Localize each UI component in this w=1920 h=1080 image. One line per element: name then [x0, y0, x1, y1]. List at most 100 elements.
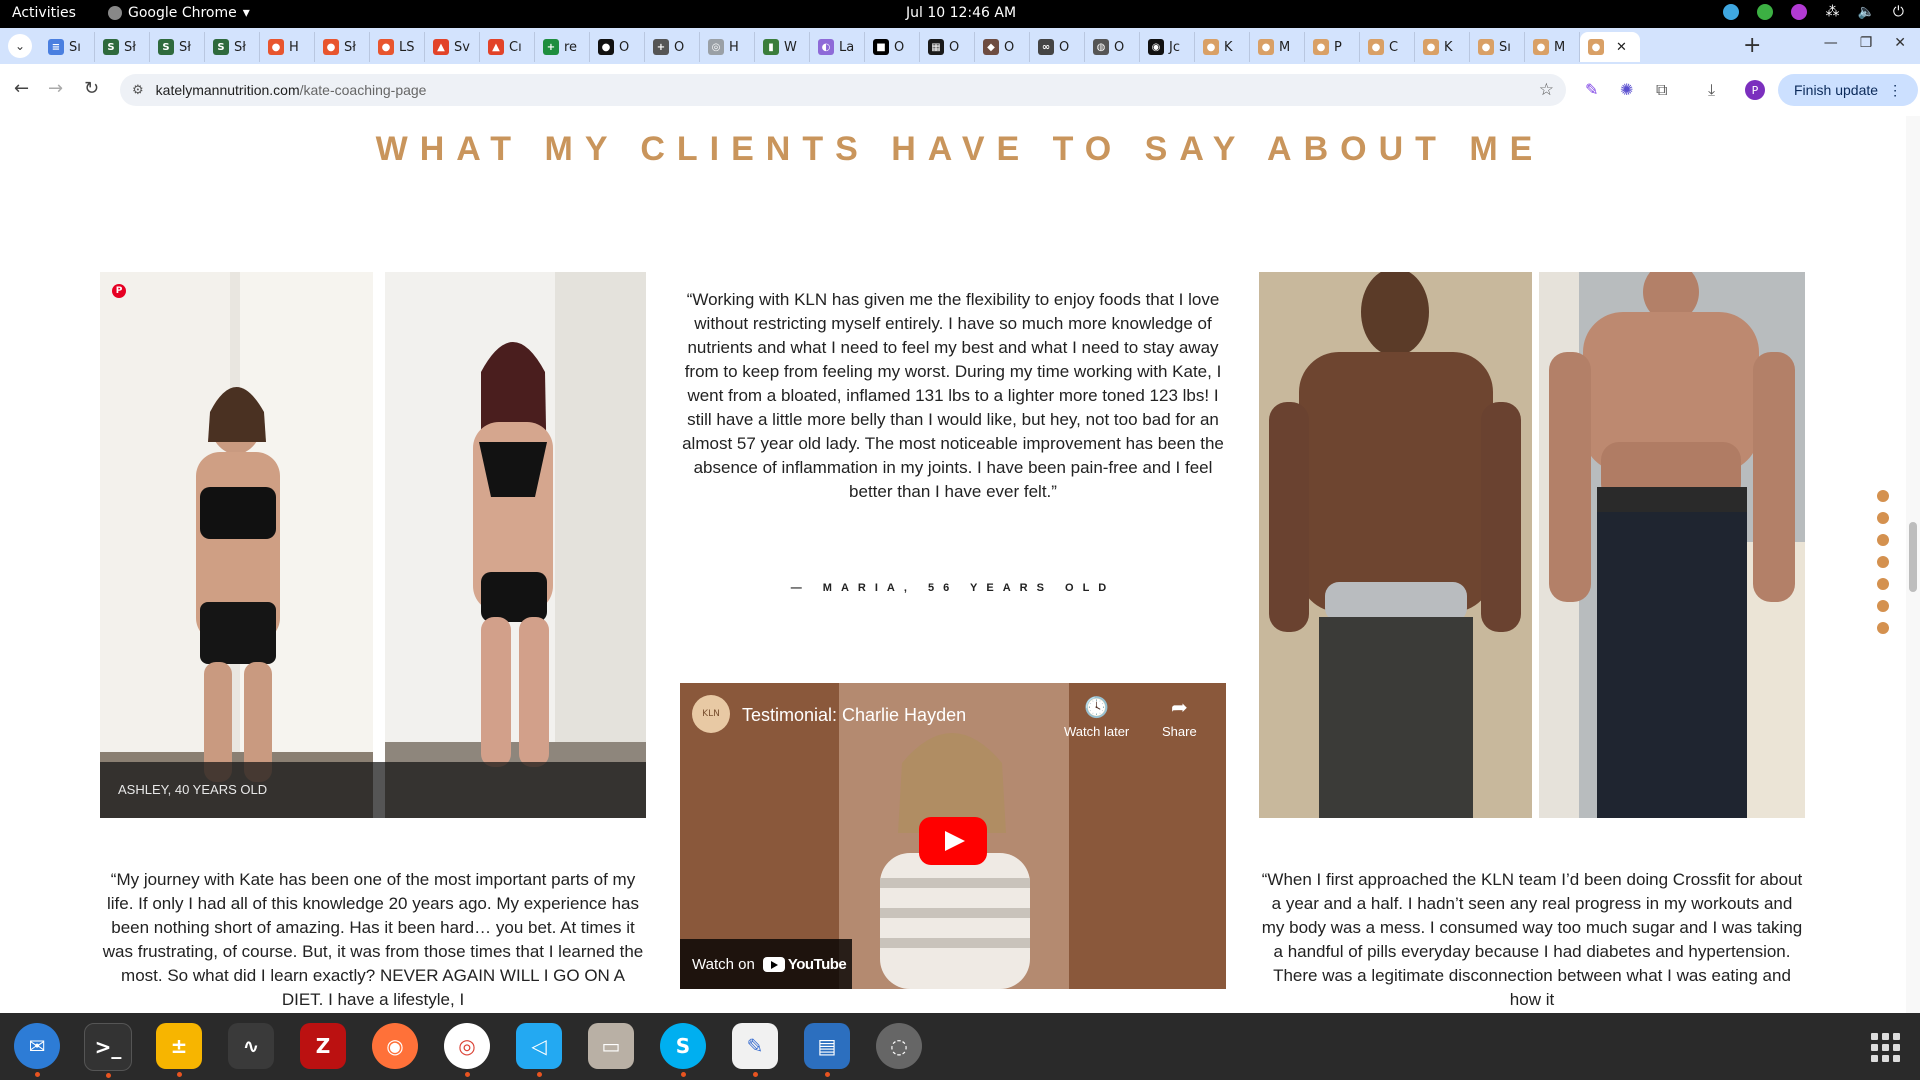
- shield-check-icon[interactable]: [1757, 4, 1774, 20]
- tab-title: Sł: [234, 39, 246, 55]
- chevron-down-icon: ▾: [242, 5, 250, 21]
- browser-tab[interactable]: ● O: [590, 32, 645, 62]
- pen-extension-icon[interactable]: ✎: [1585, 80, 1598, 99]
- browser-tab[interactable]: ● Sł: [315, 32, 370, 62]
- tab-title: C: [1389, 39, 1399, 55]
- browser-tab[interactable]: ∞ O: [1030, 32, 1085, 62]
- page-scrollbar[interactable]: [1906, 116, 1920, 1013]
- browser-tab[interactable]: ◐ La: [810, 32, 865, 62]
- pinterest-save-icon[interactable]: P: [112, 284, 126, 298]
- reload-button[interactable]: ↻: [84, 78, 99, 99]
- filezilla-icon[interactable]: Z: [300, 1023, 346, 1069]
- section-dot[interactable]: [1877, 556, 1889, 568]
- section-dot[interactable]: [1877, 490, 1889, 502]
- clock[interactable]: Jul 10 12:46 AM: [906, 5, 1016, 21]
- back-button[interactable]: ←: [14, 78, 29, 99]
- section-dot[interactable]: [1877, 600, 1889, 612]
- update-icon[interactable]: [1723, 4, 1740, 20]
- bookmark-star-icon[interactable]: ☆: [1539, 80, 1554, 100]
- vscode-icon[interactable]: ◁: [516, 1023, 562, 1077]
- browser-tab[interactable]: S Sł: [150, 32, 205, 62]
- app-tray-icon[interactable]: [1791, 4, 1808, 20]
- close-icon[interactable]: ✕: [1894, 35, 1906, 51]
- youtube-play-icon: [762, 956, 785, 972]
- disk-utility-icon[interactable]: ◌: [876, 1023, 922, 1069]
- tab-favicon-icon: ▦: [928, 39, 944, 55]
- browser-tab[interactable]: ◎ H: [700, 32, 755, 62]
- browser-tab[interactable]: ≡ Sı: [40, 32, 95, 62]
- watch-later-button[interactable]: 🕓 Watch later: [1064, 695, 1129, 739]
- thunderbird-icon[interactable]: ✉: [14, 1023, 60, 1077]
- channel-avatar[interactable]: KLN: [692, 695, 730, 733]
- text-editor-icon[interactable]: ✎: [732, 1023, 778, 1077]
- address-bar[interactable]: ⚙ katelymannutrition.com/kate-coaching-p…: [120, 74, 1566, 106]
- tab-close-icon[interactable]: ✕: [1616, 40, 1627, 55]
- activities-button[interactable]: Activities: [12, 5, 76, 21]
- files-icon[interactable]: ▭: [588, 1023, 634, 1069]
- video-title[interactable]: Testimonial: Charlie Hayden: [742, 705, 966, 726]
- browser-tab[interactable]: ● ✕: [1580, 32, 1640, 62]
- browser-tab[interactable]: ● K: [1415, 32, 1470, 62]
- calculator-icon[interactable]: ±: [156, 1023, 202, 1077]
- system-tray[interactable]: ⁂ 🔈 ⏻: [1723, 4, 1904, 20]
- volume-icon[interactable]: 🔈: [1857, 4, 1874, 20]
- section-dot[interactable]: [1877, 534, 1889, 546]
- site-info-icon[interactable]: ⚙: [132, 83, 144, 98]
- browser-tab[interactable]: ● H: [260, 32, 315, 62]
- browser-tab[interactable]: ◉ Jc: [1140, 32, 1195, 62]
- browser-tab[interactable]: + re: [535, 32, 590, 62]
- browser-tab[interactable]: ● K: [1195, 32, 1250, 62]
- system-top-bar: Activities Google Chrome ▾ Jul 10 12:46 …: [0, 0, 1920, 28]
- browser-tab[interactable]: ● Sı: [1470, 32, 1525, 62]
- watch-on-youtube-link[interactable]: Watch on YouTube: [680, 939, 852, 989]
- browser-tab[interactable]: S Sł: [95, 32, 150, 62]
- browser-tab[interactable]: ▮ W: [755, 32, 810, 62]
- share-button[interactable]: ➦ Share: [1162, 695, 1197, 739]
- gear-extension-icon[interactable]: ✺: [1620, 80, 1633, 99]
- youtube-video-embed[interactable]: KLN Testimonial: Charlie Hayden 🕓 Watch …: [680, 683, 1226, 989]
- firefox-icon[interactable]: ◉: [372, 1023, 418, 1069]
- browser-tab[interactable]: ▦ O: [920, 32, 975, 62]
- section-dot[interactable]: [1877, 578, 1889, 590]
- tab-title: Sł: [124, 39, 136, 55]
- chrome-icon[interactable]: ◎: [444, 1023, 490, 1077]
- browser-tab[interactable]: ● M: [1250, 32, 1305, 62]
- power-icon[interactable]: ⏻: [1893, 4, 1904, 20]
- tab-favicon-icon: ≡: [48, 39, 64, 55]
- browser-tab[interactable]: ◆ O: [975, 32, 1030, 62]
- profile-avatar[interactable]: P: [1745, 80, 1765, 100]
- section-dot[interactable]: [1877, 512, 1889, 524]
- finish-update-label: Finish update: [1794, 82, 1879, 98]
- browser-tab[interactable]: ● P: [1305, 32, 1360, 62]
- app-menu[interactable]: Google Chrome ▾: [108, 5, 250, 21]
- minimize-icon[interactable]: —: [1824, 35, 1838, 51]
- browser-tab[interactable]: ■ O: [865, 32, 920, 62]
- restore-icon[interactable]: ❐: [1860, 35, 1873, 51]
- new-tab-button[interactable]: +: [1743, 33, 1761, 58]
- terminal-icon[interactable]: >_: [84, 1023, 132, 1078]
- system-monitor-icon[interactable]: ∿: [228, 1023, 274, 1069]
- browser-tab[interactable]: ● M: [1525, 32, 1580, 62]
- download-icon[interactable]: ⤓: [1708, 80, 1715, 100]
- skype-icon[interactable]: S: [660, 1023, 706, 1077]
- scrollbar-thumb[interactable]: [1909, 522, 1917, 592]
- section-dot[interactable]: [1877, 622, 1889, 634]
- browser-tab[interactable]: S Sł: [205, 32, 260, 62]
- document-viewer-icon[interactable]: ▤: [804, 1023, 850, 1077]
- extensions-puzzle-icon[interactable]: ⧉: [1656, 80, 1667, 100]
- browser-tab[interactable]: ▲ Cı: [480, 32, 535, 62]
- browser-tab[interactable]: + O: [645, 32, 700, 62]
- browser-tab[interactable]: ● LS: [370, 32, 425, 62]
- tab-title: Sı: [69, 39, 81, 55]
- browser-tab[interactable]: ● C: [1360, 32, 1415, 62]
- url-text[interactable]: katelymannutrition.com/kate-coaching-pag…: [156, 82, 427, 98]
- tab-search-button[interactable]: ⌄: [8, 34, 32, 58]
- forward-button[interactable]: →: [48, 78, 63, 99]
- network-icon[interactable]: ⁂: [1825, 4, 1839, 20]
- show-apps-button[interactable]: [1871, 1033, 1900, 1062]
- browser-tab[interactable]: ◍ O: [1085, 32, 1140, 62]
- play-button[interactable]: [919, 817, 987, 865]
- finish-update-button[interactable]: Finish update ⋮: [1778, 74, 1919, 106]
- tab-title: O: [674, 39, 685, 55]
- browser-tab[interactable]: ▲ Sv: [425, 32, 480, 62]
